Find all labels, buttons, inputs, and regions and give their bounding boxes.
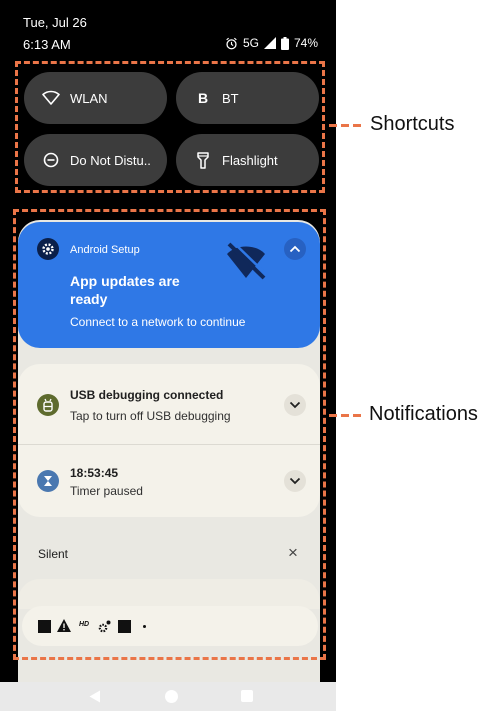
notifications-highlight-box: [13, 209, 326, 660]
navigation-bar: [0, 682, 336, 711]
back-icon[interactable]: [89, 690, 101, 703]
recents-icon[interactable]: [241, 690, 253, 702]
status-time: 6:13 AM: [23, 37, 71, 52]
shortcuts-callout-label: Shortcuts: [370, 113, 455, 135]
alarm-icon: [225, 37, 238, 50]
notifications-callout-line: [329, 414, 365, 417]
shortcuts-callout-line: [329, 124, 365, 127]
battery-icon: [280, 36, 289, 50]
notifications-callout-label: Notifications: [369, 403, 478, 425]
battery-percent: 74%: [293, 36, 318, 50]
status-date: Tue, Jul 26: [23, 15, 87, 30]
shortcuts-highlight-box: [15, 61, 325, 193]
home-icon[interactable]: [165, 690, 178, 703]
status-bar: Tue, Jul 26 6:13 AM 5G 74%: [0, 0, 336, 58]
status-icons: 5G 74%: [225, 36, 318, 50]
network-type: 5G: [242, 36, 259, 50]
signal-icon: [263, 37, 276, 49]
